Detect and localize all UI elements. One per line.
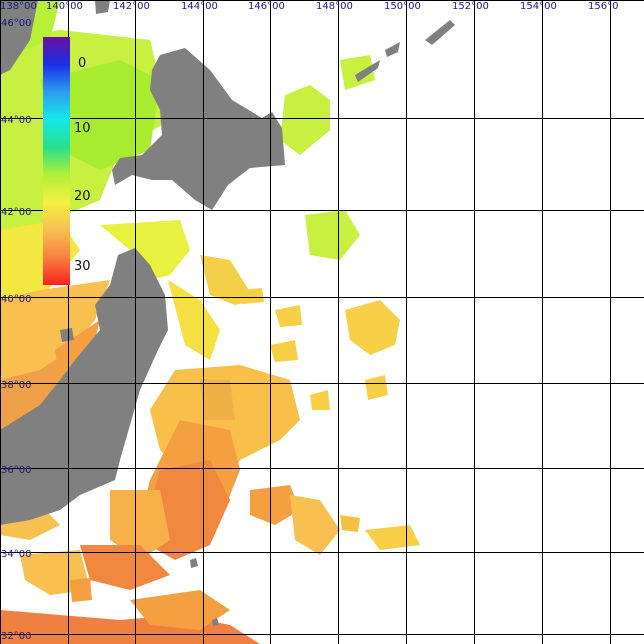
longitude-label: 150°00 xyxy=(384,1,421,12)
longitude-label: 156°0 xyxy=(588,1,618,12)
longitude-label: 148°00 xyxy=(316,1,353,12)
longitude-label: 140°00 xyxy=(46,1,83,12)
longitude-label: 144°00 xyxy=(181,1,218,12)
latitude-label: 40°00 xyxy=(1,294,31,305)
sado-landmass xyxy=(60,328,74,342)
latitude-label: 44°00 xyxy=(1,115,31,126)
sakhalin-coast-2 xyxy=(95,0,110,14)
longitude-label: 154°00 xyxy=(520,1,557,12)
colorbar-tick-label: 0 xyxy=(78,56,86,71)
longitude-label: 152°00 xyxy=(452,1,489,12)
izu-island-1 xyxy=(190,558,198,568)
longitude-label: 142°00 xyxy=(113,1,150,12)
colorbar-tick-label: 20 xyxy=(74,189,91,204)
kuril-island-3 xyxy=(425,20,455,45)
longitude-label: 146°00 xyxy=(248,1,285,12)
latitude-label: 38°00 xyxy=(1,380,31,391)
latitude-label: 36°00 xyxy=(1,465,31,476)
sea-surface-temperature-map: 138°00 140°00 142°00 144°00 146°00 148°00 150°… xyxy=(0,0,644,644)
kuril-island-2 xyxy=(385,42,400,57)
colorbar-tick-label: 30 xyxy=(74,259,91,274)
latitude-label: 34°00 xyxy=(1,549,31,560)
colorbar-tick-label: 10 xyxy=(74,121,91,136)
latitude-label: 46°00 xyxy=(1,18,31,29)
map-canvas: 138°00 140°00 142°00 144°00 146°00 148°00 150°… xyxy=(0,0,644,644)
longitude-label: 138°00 xyxy=(0,1,37,12)
colorbar-ramp xyxy=(43,37,70,285)
longitude-labels: 138°00 140°00 142°00 144°00 146°00 148°00 150°… xyxy=(0,1,618,12)
latitude-label: 32°00 xyxy=(1,631,31,642)
latitude-label: 42°00 xyxy=(1,207,31,218)
